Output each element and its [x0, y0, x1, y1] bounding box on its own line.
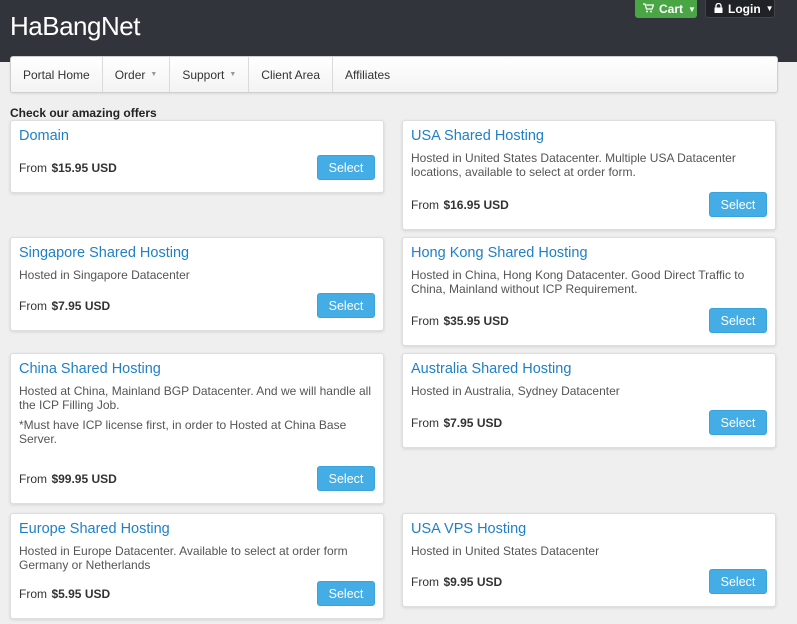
offer-description: Hosted in Australia, Sydney Datacenter — [411, 384, 620, 398]
nav-affiliates[interactable]: Affiliates — [333, 57, 402, 92]
offer-card-australia-shared: Australia Shared Hosting Hosted in Austr… — [402, 353, 776, 448]
offer-description: Hosted in Europe Datacenter. Available t… — [19, 544, 348, 572]
offer-title[interactable]: Hong Kong Shared Hosting — [411, 245, 767, 262]
offer-footer: From $35.95 USD Select — [411, 308, 767, 333]
offer-footer: From $7.95 USD Select — [411, 410, 767, 435]
price-prefix: From — [411, 574, 439, 589]
price-prefix: From — [411, 415, 439, 430]
offer-title[interactable]: USA VPS Hosting — [411, 521, 767, 538]
main-nav: Portal Home Order ▼ Support ▼ Client Are… — [10, 56, 778, 93]
offer-price: $15.95 USD — [51, 160, 117, 175]
offer-footer: From $7.95 USD Select — [19, 293, 375, 318]
offer-card-usa-vps: USA VPS Hosting Hosted in United States … — [402, 513, 776, 607]
offer-price: $16.95 USD — [443, 197, 509, 212]
offer-card-china-shared: China Shared Hosting Hosted at China, Ma… — [10, 353, 384, 504]
offer-footer: From $5.95 USD Select — [19, 581, 375, 606]
price-prefix: From — [19, 586, 47, 601]
offer-title[interactable]: Australia Shared Hosting — [411, 361, 767, 378]
offer-description: Hosted in United States Datacenter — [411, 544, 600, 558]
nav-label: Support — [182, 67, 225, 82]
select-button[interactable]: Select — [709, 569, 767, 594]
select-button[interactable]: Select — [709, 192, 767, 217]
login-button[interactable]: Login ▼ — [705, 0, 775, 18]
login-label: Login — [728, 1, 761, 16]
offer-price: $5.95 USD — [51, 586, 111, 601]
nav-label: Client Area — [261, 67, 320, 82]
cart-button[interactable]: Cart ▼ — [635, 0, 697, 18]
price-prefix: From — [411, 313, 439, 328]
lock-icon — [714, 2, 723, 16]
offer-note: *Must have ICP license first, in order t… — [19, 418, 347, 446]
offer-card-europe-shared: Europe Shared Hosting Hosted in Europe D… — [10, 513, 384, 619]
offer-price: $99.95 USD — [51, 471, 117, 486]
offer-card-usa-shared: USA Shared Hosting Hosted in United Stat… — [402, 120, 776, 230]
price-prefix: From — [411, 197, 439, 212]
offer-price: $35.95 USD — [443, 313, 509, 328]
offer-description: Hosted in China, Hong Kong Datacenter. G… — [411, 268, 745, 296]
select-button[interactable]: Select — [317, 466, 375, 491]
offer-description: Hosted in United States Datacenter. Mult… — [411, 151, 736, 179]
price-prefix: From — [19, 298, 47, 313]
offer-card-singapore-shared: Singapore Shared Hosting Hosted in Singa… — [10, 237, 384, 331]
brand-logo[interactable]: HaBangNet — [10, 11, 140, 42]
offer-price: $7.95 USD — [443, 415, 503, 430]
nav-label: Portal Home — [23, 67, 90, 82]
price-prefix: From — [19, 471, 47, 486]
offer-card-domain: Domain From $15.95 USD Select — [10, 120, 384, 193]
select-button[interactable]: Select — [709, 308, 767, 333]
offer-title[interactable]: Domain — [19, 128, 375, 145]
offer-title[interactable]: USA Shared Hosting — [411, 128, 767, 145]
chevron-down-icon: ▼ — [150, 71, 158, 78]
nav-label: Affiliates — [345, 67, 391, 82]
select-button[interactable]: Select — [317, 155, 375, 180]
nav-support[interactable]: Support ▼ — [170, 57, 250, 92]
offer-footer: From $15.95 USD Select — [19, 155, 375, 180]
offer-card-hong-kong-shared: Hong Kong Shared Hosting Hosted in China… — [402, 237, 776, 346]
nav-label: Order — [114, 67, 146, 82]
offer-price: $7.95 USD — [51, 298, 111, 313]
price-prefix: From — [19, 160, 47, 175]
cart-label: Cart — [659, 2, 684, 16]
nav-order[interactable]: Order ▼ — [103, 57, 171, 92]
offer-footer: From $9.95 USD Select — [411, 569, 767, 594]
nav-portal-home[interactable]: Portal Home — [11, 57, 103, 92]
chevron-down-icon: ▼ — [229, 71, 237, 78]
top-header-bar: HaBangNet Cart ▼ Login ▼ — [0, 0, 797, 62]
offers-heading: Check our amazing offers — [10, 106, 157, 120]
offer-title[interactable]: Singapore Shared Hosting — [19, 245, 375, 262]
select-button[interactable]: Select — [709, 410, 767, 435]
offer-title[interactable]: China Shared Hosting — [19, 361, 375, 378]
chevron-down-icon: ▼ — [688, 4, 696, 14]
offer-title[interactable]: Europe Shared Hosting — [19, 521, 375, 538]
cart-icon — [643, 2, 655, 16]
select-button[interactable]: Select — [317, 293, 375, 318]
offer-description: Hosted at China, Mainland BGP Datacenter… — [19, 384, 371, 412]
offer-price: $9.95 USD — [443, 574, 503, 589]
offer-footer: From $99.95 USD Select — [19, 466, 375, 491]
offer-description: Hosted in Singapore Datacenter — [19, 268, 190, 282]
nav-client-area[interactable]: Client Area — [249, 57, 333, 92]
offer-footer: From $16.95 USD Select — [411, 192, 767, 217]
select-button[interactable]: Select — [317, 581, 375, 606]
chevron-down-icon: ▼ — [765, 4, 774, 13]
